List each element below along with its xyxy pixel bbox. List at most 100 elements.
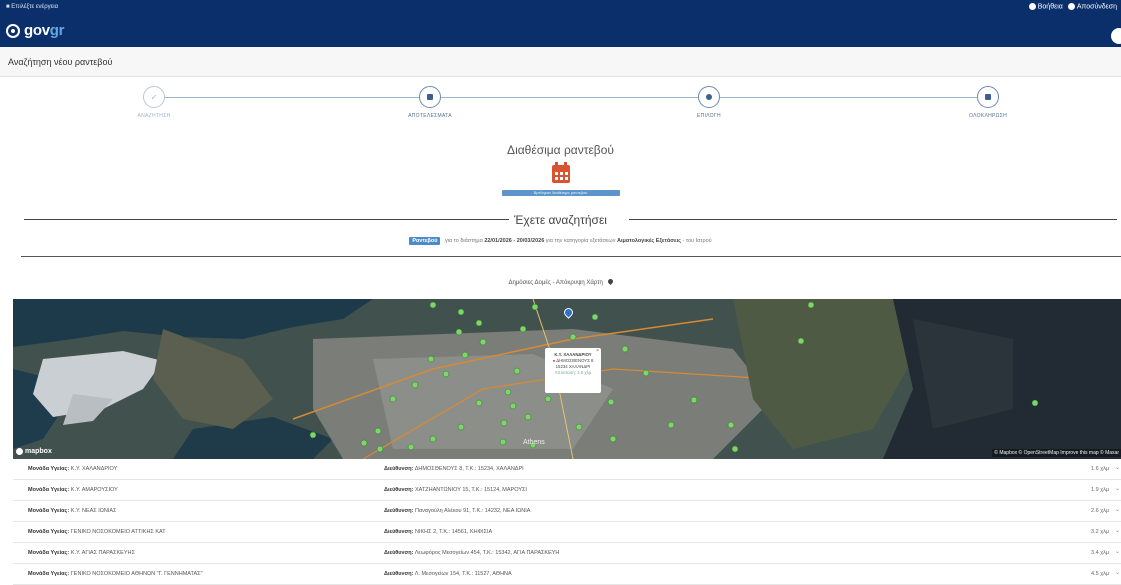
criteria-text-prefix: για το διάστημα <box>444 238 483 244</box>
logout-label: Αποσύνδεση <box>1076 3 1117 11</box>
step-label: ΕΠΙΛΟΓΗ <box>697 113 721 119</box>
facility-popup: × Κ.Υ. ΧΑΛΑΝΔΡΙΟΥ ● ΔΗΜΟΣΘΕΝΟΥΣ 8 15234 … <box>545 348 601 393</box>
top-bar: ■ Επιλέξτε ενέργεια govgr Βοήθεια Αποσύν… <box>0 0 1121 47</box>
distance-value: 1.9 χλμ <box>1091 487 1109 493</box>
results-badge: Βρέθηκαν διαθέσιμα ραντεβού <box>501 190 620 196</box>
save-icon <box>977 86 999 108</box>
distance-value: 3.4 χλμ <box>1091 550 1109 556</box>
dot-icon <box>698 86 720 108</box>
popup-close-icon[interactable]: × <box>596 348 599 354</box>
list-item[interactable]: Μονάδα Υγείας: Κ.Υ. ΑΜΑΡΟΥΣΙΟΥ Διεύθυνση… <box>13 480 1121 501</box>
unit-label: Μονάδα Υγείας: <box>28 571 70 577</box>
search-summary-heading: Έχετε αναζητήσει <box>0 210 1121 230</box>
divider <box>21 256 1121 257</box>
address-label: Διεύθυνση: <box>384 508 414 514</box>
divider <box>629 219 1117 220</box>
unit-name: ΓΕΝΙΚΟ ΝΟΣΟΚΟΜΕΙΟ ΑΘΗΝΩΝ "Γ. ΓΕΝΝΗΜΑΤΑΣ" <box>70 571 203 577</box>
criteria-date-range: 22/01/2026 - 20/03/2026 <box>484 238 545 244</box>
address-label: Διεύθυνση: <box>384 529 414 535</box>
chevron-down-icon[interactable]: ⌄ <box>1115 569 1120 576</box>
unit-name: Κ.Υ. ΝΕΑΣ ΙΩΝΙΑΣ <box>70 508 117 514</box>
progress-stepper: ✓ ΑΝΑΖΗΤΗΣΗ ΑΠΟΤΕΛΕΣΜΑΤΑ ΕΠΙΛΟΓΗ ΟΛΟΚΛΗΡ… <box>0 84 1121 134</box>
results-title: Διαθέσιμα ραντεβού <box>507 143 614 157</box>
unit-label: Μονάδα Υγείας: <box>28 466 70 472</box>
unit-label: Μονάδα Υγείας: <box>28 529 70 535</box>
govgr-logo[interactable]: govgr <box>6 22 64 39</box>
list-item[interactable]: Μονάδα Υγείας: ΓΕΝΙΚΟ ΝΟΣΟΚΟΜΕΙΟ ΑΘΗΝΩΝ … <box>13 564 1121 585</box>
results-section: Διαθέσιμα ραντεβού Βρέθηκαν διαθέσιμα ρα… <box>0 143 1121 201</box>
distance-value: 4.5 χλμ <box>1091 571 1109 577</box>
unit-label: Μονάδα Υγείας: <box>28 487 70 493</box>
step-search: ✓ ΑΝΑΖΗΤΗΣΗ <box>94 86 214 119</box>
chevron-down-icon[interactable]: ⌄ <box>1115 506 1120 513</box>
mapbox-label: mapbox <box>25 448 52 455</box>
address-label: Διεύθυνση: <box>384 571 414 577</box>
address-value: ΧΑΤΖΗΑΝΤΩΝΙΟΥ 15, Τ.Κ.: 15124, ΜΑΡΟΥΣΙ <box>415 487 527 493</box>
step-complete: ΟΛΟΚΛΗΡΩΣΗ <box>928 86 1048 119</box>
map-attribution[interactable]: © Mapbox © OpenStreetMap Improve this ma… <box>992 449 1121 457</box>
calendar-icon <box>551 162 570 183</box>
address-value: Παναγούλη Αλέκου 91, Τ.Κ.: 14232, ΝΕΑ ΙΩ… <box>415 508 531 514</box>
list-item[interactable]: Μονάδα Υγείας: Κ.Υ. ΝΕΑΣ ΙΩΝΙΑΣ Διεύθυνσ… <box>13 501 1121 522</box>
address-label: Διεύθυνση: <box>384 466 414 472</box>
popup-distance: Απόσταση: 1.6 χλμ <box>554 370 592 375</box>
user-icon <box>1067 3 1075 10</box>
step-label: ΑΠΟΤΕΛΕΣΜΑΤΑ <box>408 113 452 119</box>
logo-suffix: gr <box>49 22 65 39</box>
unit-name: Κ.Υ. ΧΑΛΑΝΔΡΙΟΥ <box>70 466 118 472</box>
unit-label: Μονάδα Υγείας: <box>28 508 70 514</box>
chevron-down-icon[interactable]: ⌄ <box>1115 548 1120 555</box>
map-toggle[interactable]: Δημόσιες Δομές - Απόκρυψη Χάρτη <box>0 277 1121 286</box>
address-label: Διεύθυνση: <box>384 550 414 556</box>
step-results: ΑΠΟΤΕΛΕΣΜΑΤΑ <box>370 86 490 119</box>
unit-name: Κ.Υ. ΑΜΑΡΟΥΣΙΟΥ <box>70 487 118 493</box>
help-link[interactable]: Βοήθεια <box>1028 3 1063 11</box>
distance-value: 3.2 χλμ <box>1091 529 1109 535</box>
address-label: Διεύθυνση: <box>384 487 414 493</box>
chevron-down-icon[interactable]: ⌄ <box>1115 527 1120 534</box>
list-icon <box>419 86 441 108</box>
search-summary-title: Έχετε αναζητήσει <box>514 213 607 227</box>
popup-address-line1: ΔΗΜΟΣΘΕΝΟΥΣ 8 <box>556 358 594 363</box>
check-icon: ✓ <box>143 86 165 108</box>
distance-value: 1.6 χλμ <box>1091 466 1109 472</box>
page-header: Αναζήτηση νέου ραντεβού <box>0 47 1121 77</box>
map-city-label: Athens <box>523 439 545 446</box>
menu-button[interactable] <box>1111 28 1121 44</box>
user-icon: ■ <box>6 4 10 10</box>
logout-link[interactable]: Αποσύνδεση <box>1067 3 1117 11</box>
address-value: Λ. Μεσογείων 154, Τ.Κ.: 11527, ΑΘΗΝΑ <box>414 571 512 577</box>
criteria-text-mid: για την κατηγορία εξετάσεων <box>545 238 616 244</box>
logo-prefix: gov <box>24 22 50 39</box>
info-icon <box>1028 3 1036 10</box>
unit-name: Κ.Υ. ΑΓΙΑΣ ΠΑΡΑΣΚΕΥΗΣ <box>70 550 135 556</box>
step-select: ΕΠΙΛΟΓΗ <box>649 86 769 119</box>
step-label: ΑΝΑΖΗΤΗΣΗ <box>137 113 171 119</box>
list-item[interactable]: Μονάδα Υγείας: Κ.Υ. ΧΑΛΑΝΔΡΙΟΥ Διεύθυνση… <box>13 459 1121 480</box>
criteria-category: Αιματολογικές Εξετάσεις <box>617 238 681 244</box>
chevron-down-icon[interactable]: ⌄ <box>1115 464 1120 471</box>
search-criteria: Ραντεβού για το διάστημα 22/01/2026 - 20… <box>0 237 1121 245</box>
user-text: Επιλέξτε ενέργεια <box>11 4 59 10</box>
step-label: ΟΛΟΚΛΗΡΩΣΗ <box>969 113 1007 119</box>
user-menu[interactable]: ■ Επιλέξτε ενέργεια <box>6 4 58 10</box>
page-title: Αναζήτηση νέου ραντεβού <box>8 57 113 67</box>
facilities-map[interactable]: × Κ.Υ. ΧΑΛΑΝΔΡΙΟΥ ● ΔΗΜΟΣΘΕΝΟΥΣ 8 15234 … <box>13 299 1121 459</box>
list-item[interactable]: Μονάδα Υγείας: Κ.Υ. ΑΓΙΑΣ ΠΑΡΑΣΚΕΥΗΣ Διε… <box>13 543 1121 564</box>
mapbox-logo[interactable]: mapbox <box>16 448 52 455</box>
mapbox-icon <box>16 448 23 455</box>
list-item[interactable]: Μονάδα Υγείας: ΓΕΝΙΚΟ ΝΟΣΟΚΟΜΕΙΟ ΑΤΤΙΚΗΣ… <box>13 522 1121 543</box>
govgr-emblem-icon <box>6 23 20 38</box>
facility-list: Μονάδα Υγείας: Κ.Υ. ΧΑΛΑΝΔΡΙΟΥ Διεύθυνση… <box>13 459 1121 585</box>
map-toggle-label: Δημόσιες Δομές - Απόκρυψη Χάρτη <box>508 280 603 286</box>
unit-label: Μονάδα Υγείας: <box>28 550 70 556</box>
help-label: Βοήθεια <box>1037 3 1063 11</box>
popup-pin-icon: ● <box>552 358 556 363</box>
criteria-text-suffix: - του Ιατρού <box>682 238 712 244</box>
map-pin-icon <box>606 277 614 286</box>
chevron-down-icon[interactable]: ⌄ <box>1115 485 1120 492</box>
distance-value: 2.6 χλμ <box>1091 508 1109 514</box>
address-value: ΝΙΚΗΣ 2, Τ.Κ.: 14561, ΚΗΦΙΣΙΑ <box>415 529 493 535</box>
address-value: ΔΗΜΟΣΘΕΝΟΥΣ 8, Τ.Κ.: 15234, ΧΑΛΑΝΔΡΙ <box>414 466 524 472</box>
address-value: Λεωφόρος Μεσογείων 454, Τ.Κ.: 15342, ΑΓΙ… <box>414 550 560 556</box>
